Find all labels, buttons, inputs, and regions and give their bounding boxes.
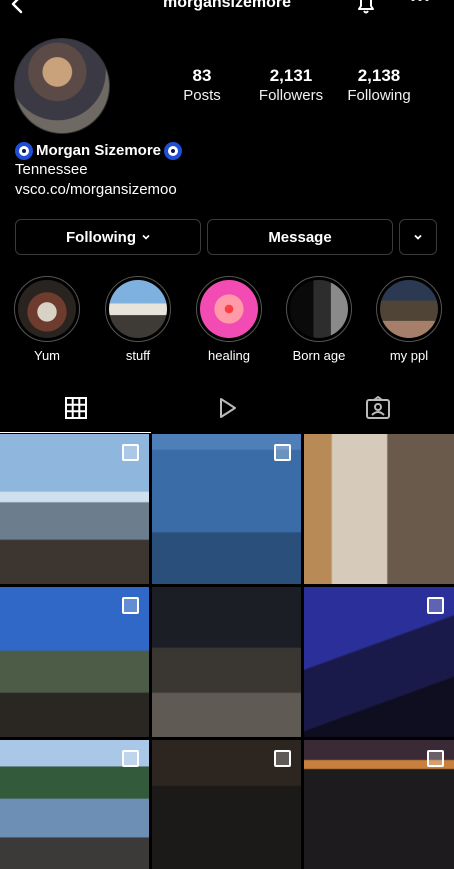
chevron-down-icon	[413, 229, 423, 246]
highlight-my-ppl[interactable]: my ppl	[374, 276, 444, 364]
nazar-eye-icon	[164, 142, 183, 160]
posts-stat[interactable]: 83 Posts	[172, 66, 232, 106]
message-button[interactable]: Message	[207, 219, 393, 255]
tagged-icon	[365, 395, 391, 425]
post-thumbnail[interactable]	[152, 587, 301, 737]
post-thumbnail[interactable]	[304, 740, 454, 869]
suggested-dropdown-button[interactable]	[399, 219, 437, 255]
profile-tabs	[0, 388, 454, 434]
highlight-ring	[105, 276, 171, 342]
highlight-label: healing	[208, 348, 250, 363]
post-thumbnail[interactable]	[0, 740, 149, 869]
nazar-eye-icon	[15, 142, 33, 160]
top-bar: morgansizemore	[0, 0, 454, 16]
profile-bio: Morgan Sizemore Tennessee vsco.co/morgan…	[15, 142, 435, 200]
profile-avatar[interactable]	[14, 38, 110, 134]
post-thumbnail[interactable]	[304, 587, 454, 737]
posts-label: Posts	[183, 87, 221, 104]
carousel-icon	[427, 750, 444, 767]
highlight-ring	[286, 276, 352, 342]
tab-reels[interactable]	[151, 388, 302, 432]
post-thumbnail[interactable]	[0, 587, 149, 737]
highlight-born-age[interactable]: Born age	[284, 276, 354, 364]
highlight-ring	[376, 276, 442, 342]
carousel-icon	[274, 444, 291, 461]
posts-grid	[0, 434, 454, 869]
carousel-icon	[427, 597, 444, 614]
highlight-ring	[196, 276, 262, 342]
more-icon[interactable]	[408, 0, 432, 8]
profile-name-row: Morgan Sizemore	[15, 142, 435, 160]
reels-icon	[215, 396, 239, 425]
carousel-icon	[122, 597, 139, 614]
tab-posts-grid[interactable]	[0, 388, 151, 433]
grid-icon	[64, 396, 88, 425]
following-stat[interactable]: 2,138 Following	[342, 66, 416, 106]
tab-tagged[interactable]	[302, 388, 453, 432]
highlight-stuff[interactable]: stuff	[103, 276, 173, 364]
post-thumbnail[interactable]	[0, 434, 149, 584]
following-button[interactable]: Following	[15, 219, 201, 255]
post-thumbnail[interactable]	[152, 434, 301, 584]
profile-name: Morgan Sizemore	[36, 142, 162, 159]
carousel-icon	[122, 444, 139, 461]
post-thumbnail[interactable]	[152, 740, 301, 869]
highlight-label: my ppl	[389, 348, 429, 363]
carousel-icon	[274, 750, 291, 767]
message-button-label: Message	[268, 228, 332, 246]
highlight-yum[interactable]: Yum	[12, 276, 82, 364]
following-label: Following	[347, 87, 411, 104]
following-count: 2,138	[357, 66, 401, 85]
followers-label: Followers	[258, 87, 324, 104]
profile-username: morgansizemore	[162, 0, 292, 11]
post-thumbnail[interactable]	[304, 434, 454, 584]
highlight-healing[interactable]: healing	[194, 276, 264, 364]
bell-icon[interactable]	[354, 0, 378, 16]
carousel-icon	[122, 750, 139, 767]
highlight-label: Born age	[292, 348, 346, 363]
followers-stat[interactable]: 2,131 Followers	[254, 66, 328, 106]
followers-count: 2,131	[269, 66, 313, 85]
highlight-ring	[14, 276, 80, 342]
profile-location: Tennessee	[15, 161, 88, 178]
highlight-label: stuff	[125, 348, 151, 363]
posts-count: 83	[192, 66, 212, 85]
chevron-down-icon	[142, 233, 150, 241]
profile-link[interactable]: vsco.co/morgansizemoo	[15, 180, 435, 200]
highlight-label: Yum	[33, 348, 60, 363]
following-button-label: Following	[66, 228, 136, 246]
